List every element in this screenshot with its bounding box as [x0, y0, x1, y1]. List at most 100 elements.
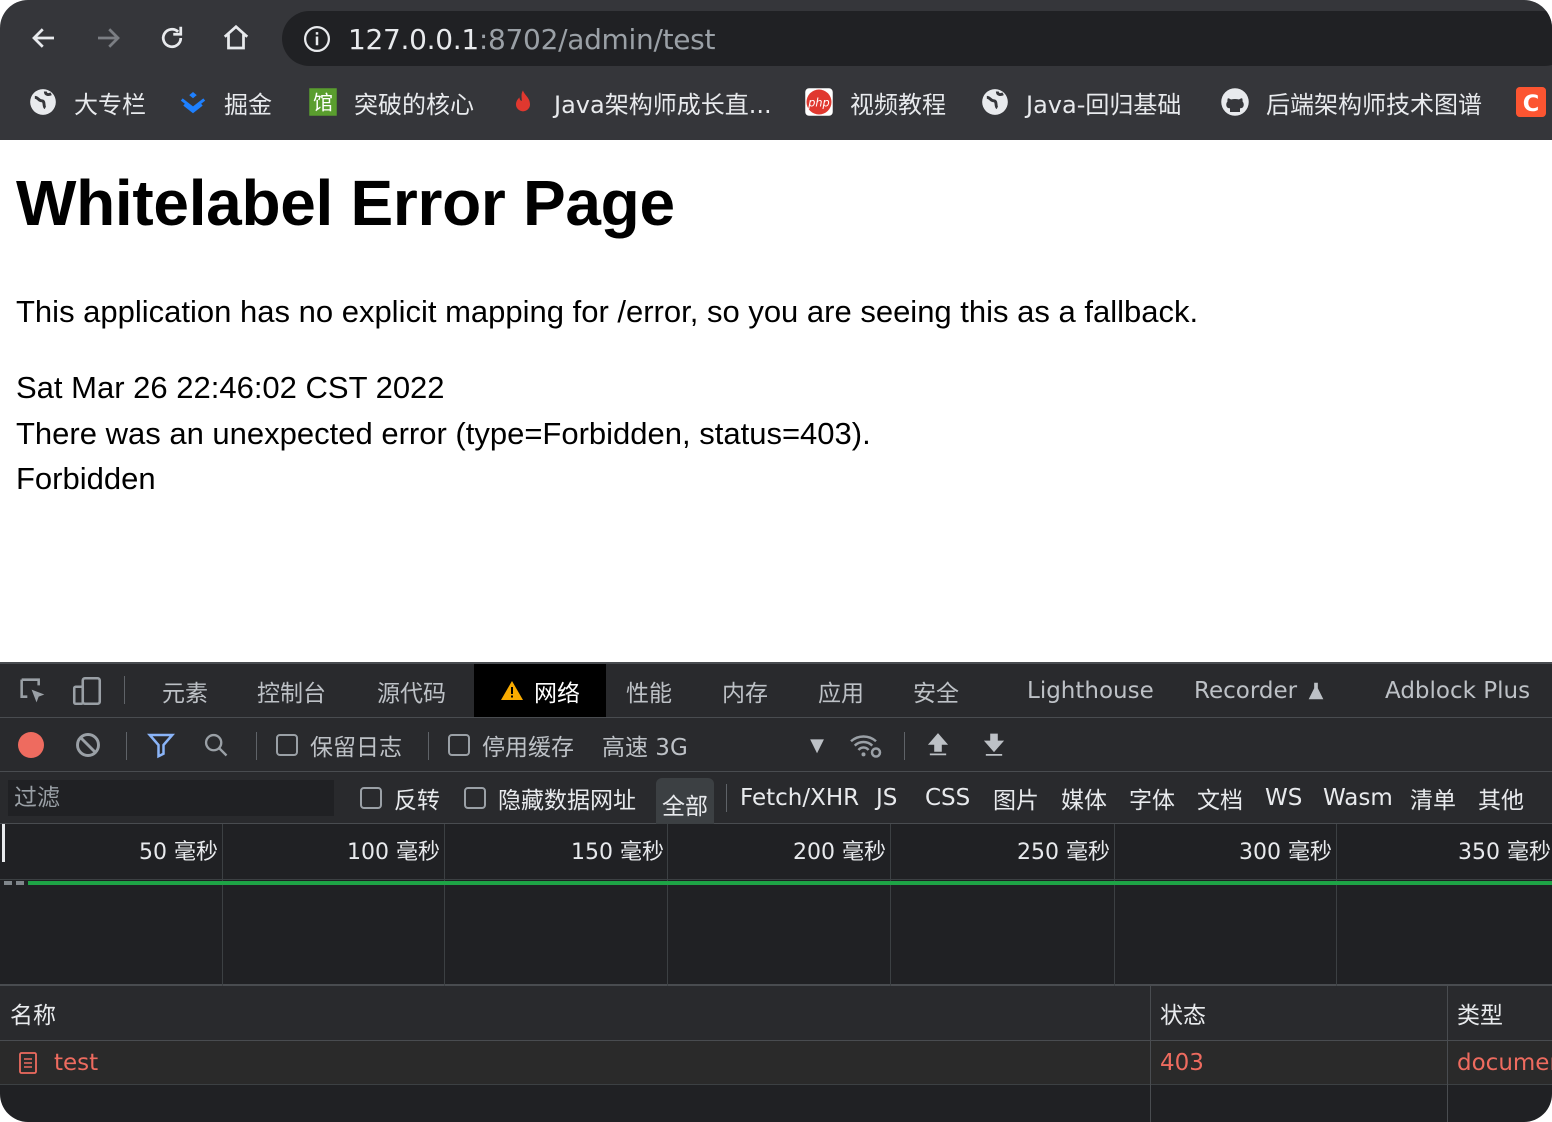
filter-type-font[interactable]: 字体: [1129, 772, 1175, 824]
bookmark-label: 视频教程: [850, 90, 946, 119]
filter-toggle-button[interactable]: [146, 718, 176, 772]
info-icon[interactable]: [302, 24, 332, 54]
network-overview-timeline[interactable]: 50 毫秒 100 毫秒 150 毫秒 200 毫秒 250 毫秒 300 毫秒…: [0, 824, 1552, 986]
reload-button[interactable]: [152, 18, 192, 58]
tab-security[interactable]: 安全: [913, 664, 959, 717]
flame-icon: [508, 87, 538, 117]
column-header-name[interactable]: 名称: [0, 986, 56, 1040]
device-toolbar-icon[interactable]: [70, 674, 104, 708]
bookmark-item[interactable]: 大专栏: [28, 84, 146, 120]
bookmarks-bar: 大专栏 掘金 馆 突破的核心 Java架构师成长直... php 视频教程 Ja…: [0, 78, 1552, 126]
address-bar[interactable]: 127.0.0.1:8702/admin/test: [282, 11, 1552, 66]
invert-checkbox[interactable]: 反转: [360, 772, 440, 824]
bookmark-item[interactable]: Java架构师成长直...: [508, 84, 772, 120]
timeline-gridline: [222, 824, 223, 986]
hide-data-urls-label: 隐藏数据网址: [498, 788, 636, 814]
tab-recorder[interactable]: Recorder: [1194, 664, 1327, 717]
checkbox-icon: [276, 734, 298, 756]
table-row[interactable]: test 403 document: [0, 1041, 1552, 1085]
php-icon: php: [804, 87, 834, 117]
svg-text:C: C: [1523, 91, 1540, 117]
back-button[interactable]: [24, 18, 64, 58]
filter-input[interactable]: 过滤: [8, 780, 334, 816]
import-har-button[interactable]: [924, 718, 952, 772]
filter-type-doc[interactable]: 文档: [1197, 772, 1243, 824]
tab-network[interactable]: 网络: [474, 664, 606, 717]
timeline-gridline: [667, 824, 668, 986]
divider: [124, 676, 125, 704]
tab-recorder-label: Recorder: [1194, 677, 1298, 704]
filter-type-other[interactable]: 其他: [1478, 772, 1524, 824]
filter-type-js[interactable]: JS: [876, 772, 897, 824]
hide-data-urls-checkbox[interactable]: 隐藏数据网址: [464, 772, 636, 824]
bookmark-item[interactable]: 后端架构师技术图谱: [1220, 84, 1482, 120]
tab-adblock-plus[interactable]: Adblock Plus: [1385, 664, 1530, 717]
column-header-type[interactable]: 类型: [1447, 986, 1503, 1040]
url-host: 127.0.0.1: [348, 23, 479, 56]
divider: [428, 732, 429, 760]
upload-icon: [927, 733, 949, 756]
devtools-panel: 元素 控制台 源代码 网络 性能 内存 应用 安全 Lighthouse Rec…: [0, 662, 1552, 1122]
clear-button[interactable]: [74, 718, 102, 772]
preserve-log-checkbox[interactable]: 保留日志: [276, 718, 402, 772]
record-button[interactable]: [18, 718, 44, 772]
reload-icon: [161, 26, 183, 49]
column-header-status[interactable]: 状态: [1150, 986, 1206, 1040]
bookmark-item[interactable]: Java-回归基础: [980, 84, 1181, 120]
throttling-select[interactable]: 高速 3G ▼: [602, 718, 824, 772]
csdn-icon: C: [1516, 87, 1546, 117]
filter-type-manifest[interactable]: 清单: [1410, 772, 1456, 824]
disable-cache-checkbox[interactable]: 停用缓存: [448, 718, 574, 772]
divider: [126, 732, 127, 760]
request-name: test: [54, 1050, 99, 1076]
network-request-table: 名称 状态 类型 test 403 document: [0, 986, 1552, 1122]
checkbox-icon: [448, 734, 470, 756]
waterfall-download-bar: [28, 881, 1552, 885]
filter-type-ws[interactable]: WS: [1265, 772, 1302, 824]
filter-type-fetch-xhr[interactable]: Fetch/XHR: [740, 772, 859, 824]
timeline-gridline: [1336, 824, 1337, 986]
filter-type-media[interactable]: 媒体: [1061, 772, 1107, 824]
tab-elements[interactable]: 元素: [162, 664, 208, 717]
disable-cache-label: 停用缓存: [482, 735, 574, 761]
clear-icon: [76, 733, 100, 757]
network-conditions-button[interactable]: [848, 718, 884, 772]
timeline-gridline: [890, 824, 891, 986]
waterfall-waiting-bar: [4, 881, 26, 885]
column-divider[interactable]: [1447, 986, 1448, 1122]
tab-performance[interactable]: 性能: [626, 664, 672, 717]
tab-application[interactable]: 应用: [818, 664, 864, 717]
green-logo-icon: 馆: [308, 87, 338, 117]
divider: [726, 784, 727, 812]
column-divider[interactable]: [1150, 986, 1151, 1122]
bookmark-item[interactable]: php 视频教程: [804, 84, 946, 120]
filter-type-css[interactable]: CSS: [925, 772, 970, 824]
timeline-tick-label: 300 毫秒: [1239, 840, 1332, 865]
bookmark-item[interactable]: 馆 突破的核心: [308, 84, 474, 120]
home-button[interactable]: [216, 18, 256, 58]
tab-lighthouse[interactable]: Lighthouse: [1027, 664, 1154, 717]
github-icon: [1220, 87, 1250, 117]
filter-type-wasm[interactable]: Wasm: [1323, 772, 1393, 824]
forward-button[interactable]: [88, 18, 128, 58]
timeline-cursor[interactable]: [2, 824, 5, 862]
bookmark-item-overflow[interactable]: C: [1516, 84, 1546, 120]
filter-type-all[interactable]: 全部: [656, 778, 714, 830]
filter-type-img[interactable]: 图片: [993, 772, 1039, 824]
tab-memory[interactable]: 内存: [722, 664, 768, 717]
page-title: Whitelabel Error Page: [16, 167, 675, 239]
error-page: Whitelabel Error Page This application h…: [0, 140, 1552, 662]
search-button[interactable]: [202, 718, 230, 772]
tab-console[interactable]: 控制台: [257, 664, 326, 717]
bookmark-item[interactable]: 掘金: [178, 84, 272, 120]
divider: [904, 732, 905, 760]
home-icon: [223, 24, 249, 50]
inspect-element-icon[interactable]: [16, 674, 50, 708]
export-har-button[interactable]: [980, 718, 1008, 772]
juejin-icon: [178, 87, 208, 117]
bookmark-label: Java-回归基础: [1026, 90, 1182, 119]
tab-sources[interactable]: 源代码: [377, 664, 446, 717]
request-name-cell[interactable]: test: [16, 1041, 98, 1085]
tab-network-label: 网络: [534, 680, 580, 707]
bookmark-label: 大专栏: [74, 90, 146, 119]
